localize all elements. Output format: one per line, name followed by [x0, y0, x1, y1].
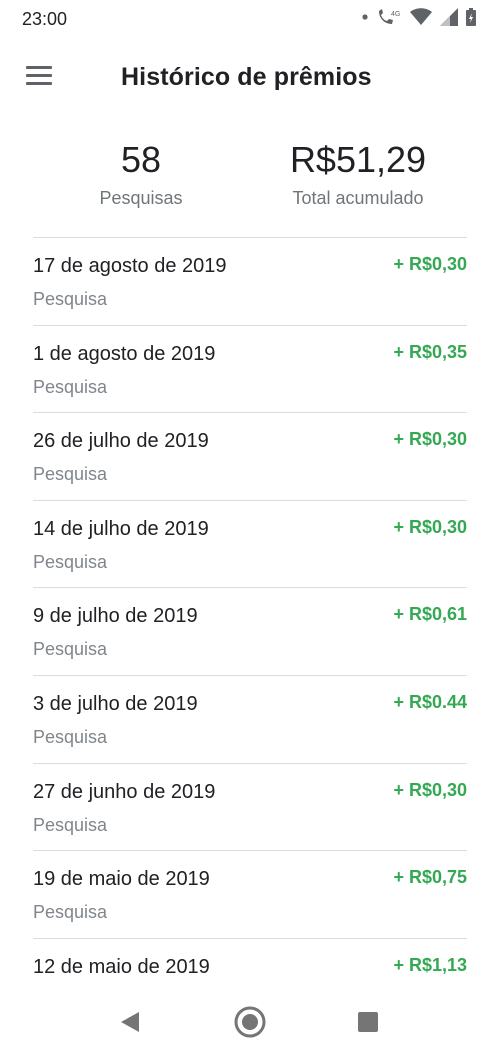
reward-amount: + R$0,30 [393, 429, 467, 450]
reward-date: 1 de agosto de 2019 [33, 342, 216, 365]
reward-date: 26 de julho de 2019 [33, 430, 209, 453]
home-icon[interactable] [232, 1004, 268, 1040]
reward-amount: + R$0,35 [393, 341, 467, 362]
surveys-count: 58 [120, 139, 162, 180]
back-icon[interactable] [112, 1004, 148, 1040]
reward-type: Pesquisa [33, 376, 108, 397]
total-label: Total acumulado [292, 188, 424, 208]
reward-amount: + R$0,75 [393, 867, 467, 888]
list-item: 1 de agosto de 2019 Pesquisa + R$0,35 [33, 324, 467, 413]
status-bar: 23:00 4G [0, 0, 500, 40]
list-item: 17 de agosto de 2019 Pesquisa + R$0,30 [33, 237, 467, 325]
reward-amount: + R$0,61 [393, 604, 467, 625]
reward-amount: + R$0,30 [393, 516, 467, 537]
status-time: 23:00 [22, 9, 68, 29]
recents-icon[interactable] [350, 1004, 386, 1040]
reward-amount: + R$0.44 [393, 691, 467, 712]
list-item: 19 de maio de 2019 Pesquisa + R$0,75 [33, 850, 467, 938]
reward-date: 9 de julho de 2019 [33, 605, 198, 628]
reward-amount: + R$0,30 [393, 254, 467, 274]
reward-date: 19 de maio de 2019 [33, 868, 210, 891]
4g-label: 4G [391, 11, 400, 18]
battery-icon [466, 8, 476, 26]
reward-date: 3 de julho de 2019 [33, 692, 198, 715]
reward-date: 27 de junho de 2019 [33, 780, 216, 803]
status-icons: 4G [362, 8, 476, 26]
reward-date: 12 de maio de 2019 [33, 955, 210, 978]
app-bar: Histórico de prêmios [0, 40, 500, 116]
list-item: 26 de julho de 2019 Pesquisa + R$0,30 [33, 412, 467, 500]
reward-type: Pesquisa [33, 726, 108, 747]
dot-icon [362, 14, 368, 20]
reward-type: Pesquisa [33, 551, 108, 572]
reward-amount: + R$0,30 [393, 779, 467, 800]
reward-type: Pesquisa [33, 639, 108, 660]
list-item: 14 de julho de 2019 Pesquisa + R$0,30 [33, 499, 467, 588]
wifi-calling-icon: 4G [379, 9, 400, 24]
list-item: 9 de julho de 2019 Pesquisa + R$0,61 [33, 587, 467, 675]
reward-type: Pesquisa [33, 814, 108, 835]
surveys-stat: 58 Pesquisas [81, 138, 201, 209]
reward-type: Pesquisa [33, 289, 108, 309]
reward-date: 17 de agosto de 2019 [33, 255, 227, 277]
surveys-label: Pesquisas [99, 188, 183, 208]
list-item: 27 de junho de 2019 Pesquisa + R$0,30 [33, 762, 467, 851]
list-item: 3 de julho de 2019 Pesquisa + R$0.44 [33, 674, 467, 763]
hamburger-menu-icon[interactable] [22, 62, 56, 90]
reward-amount: + R$1,13 [393, 954, 467, 975]
rewards-list: 17 de agosto de 2019 Pesquisa + R$0,30 1… [33, 237, 467, 1025]
reward-type: Pesquisa [33, 464, 108, 485]
reward-type: Pesquisa [33, 902, 108, 923]
reward-date: 14 de julho de 2019 [33, 517, 209, 540]
summary: 58 Pesquisas R$51,29 Total acumulado [0, 138, 500, 220]
page-title: Histórico de prêmios [121, 63, 372, 91]
system-nav-bar [0, 990, 500, 1056]
total-stat: R$51,29 Total acumulado [268, 138, 448, 209]
total-value: R$51,29 [289, 139, 427, 180]
wifi-icon [410, 8, 432, 25]
signal-icon [440, 8, 458, 26]
